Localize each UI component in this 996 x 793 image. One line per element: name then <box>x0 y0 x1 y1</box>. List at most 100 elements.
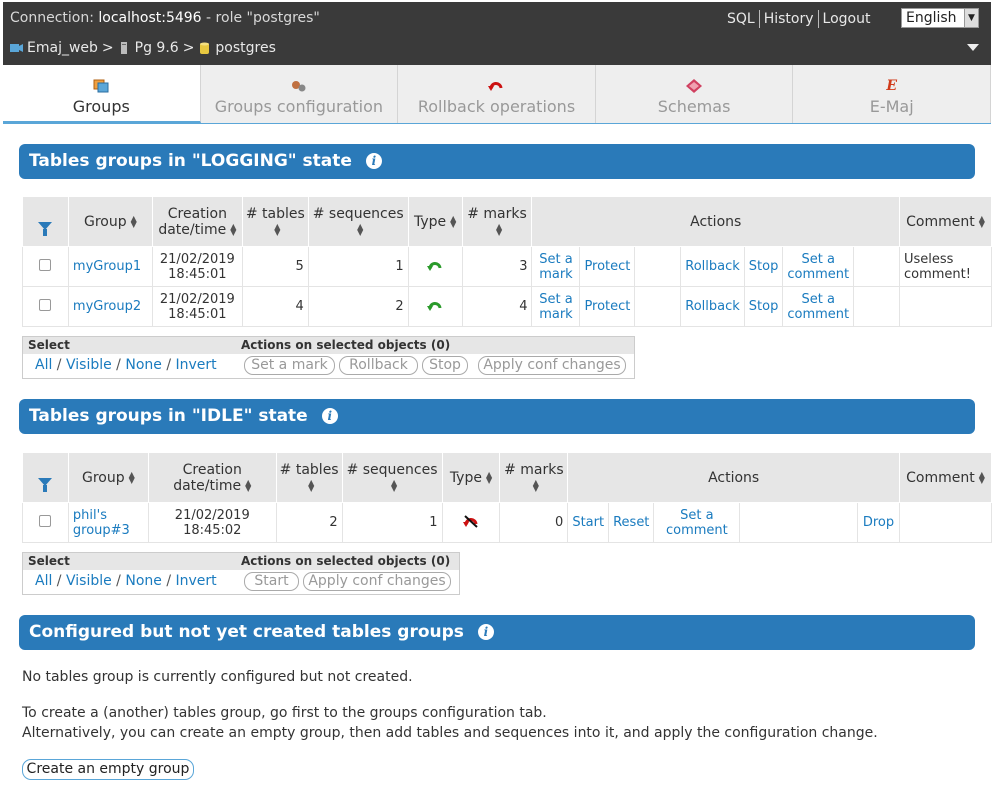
tables-count: 4 <box>241 286 309 327</box>
type-cell <box>407 246 463 287</box>
select-visible-link[interactable]: Visible <box>66 573 112 589</box>
filter-header[interactable] <box>22 452 69 503</box>
info-icon[interactable]: i <box>365 153 382 169</box>
apply-conf-changes-button[interactable]: Apply conf changes <box>478 356 626 375</box>
select-invert-link[interactable]: Invert <box>176 357 217 373</box>
type-header[interactable]: Type ▲ ▼ <box>407 196 463 247</box>
breadcrumb-server[interactable]: Pg 9.6 <box>135 40 179 56</box>
rollbackable-icon <box>427 261 442 271</box>
protect-link[interactable]: Protect <box>579 246 636 287</box>
selection-bar-header: Select Actions on selected objects (0) <box>23 337 634 354</box>
connection-label: Connection: <box>10 10 94 26</box>
comment-header[interactable]: Comment ▲ ▼ <box>898 196 993 247</box>
tab-groups[interactable]: Groups <box>3 65 201 123</box>
rollbackable-icon <box>427 301 442 311</box>
drop-link[interactable]: Drop <box>856 502 900 543</box>
table-row: myGroup1 21/02/2019 18:45:01 5 1 3 Set a … <box>22 246 993 287</box>
sql-link[interactable]: SQL <box>723 11 759 27</box>
emaj-icon: E <box>886 78 897 94</box>
info-icon[interactable]: i <box>477 624 494 640</box>
header-label: # sequences <box>312 205 404 222</box>
group-name-link[interactable]: myGroup2 <box>67 286 153 327</box>
collapse-icon[interactable] <box>967 44 979 51</box>
marks-header[interactable]: # marks▲ ▼ <box>499 452 569 503</box>
select-all-link[interactable]: All <box>35 357 52 373</box>
sequences-count: 1 <box>307 246 409 287</box>
marks-header[interactable]: # marks▲ ▼ <box>461 196 533 247</box>
tables-header[interactable]: # tables▲ ▼ <box>275 452 343 503</box>
logging-selection-bar: Select Actions on selected objects (0) A… <box>22 336 635 379</box>
history-link[interactable]: History <box>760 11 818 27</box>
set-comment-link[interactable]: Set a comment <box>782 286 855 327</box>
tab-schemas[interactable]: Schemas <box>595 65 794 123</box>
set-comment-link[interactable]: Set a comment <box>653 502 741 543</box>
set-comment-link[interactable]: Set a comment <box>782 246 855 287</box>
set-mark-button[interactable]: Set a mark <box>244 356 335 375</box>
comment-header[interactable]: Comment ▲ ▼ <box>898 452 993 503</box>
creation-header[interactable]: Creation date/time ▲ ▼ <box>147 452 277 503</box>
sequences-header[interactable]: # sequences▲ ▼ <box>341 452 443 503</box>
set-mark-link[interactable]: Set a mark <box>531 286 581 327</box>
section-title: Tables groups in "LOGGING" state <box>29 151 352 171</box>
table-row: phil's group#3 21/02/2019 18:45:02 2 1 0 … <box>22 502 993 543</box>
logout-link[interactable]: Logout <box>819 11 875 27</box>
creation-header[interactable]: Creation date/time ▲ ▼ <box>151 196 243 247</box>
tab-rollback-operations[interactable]: Rollback operations <box>398 65 596 123</box>
select-none-link[interactable]: None <box>125 573 162 589</box>
actions-label: Actions on selected objects (0) <box>241 554 451 568</box>
group-header[interactable]: Group ▲ ▼ <box>67 196 153 247</box>
info-icon[interactable]: i <box>321 408 338 424</box>
header-label: Comment <box>906 213 975 230</box>
connection-value: localhost:5496 <box>98 10 202 26</box>
sort-icon: ▲ ▼ <box>532 477 539 493</box>
top-links: SQL History Logout <box>723 10 874 28</box>
group-header[interactable]: Group ▲ ▼ <box>67 452 149 503</box>
tab-groups-configuration[interactable]: Groups configuration <box>200 65 399 123</box>
filter-icon[interactable] <box>38 221 53 236</box>
language-value: English <box>906 10 957 26</box>
sort-icon: ▲ ▼ <box>978 213 985 229</box>
select-none-link[interactable]: None <box>125 357 162 373</box>
tab-label: Rollback operations <box>417 97 576 116</box>
row-checkbox-cell <box>22 286 69 327</box>
rollback-link[interactable]: Rollback <box>680 286 745 327</box>
table-header-row: Group ▲ ▼ Creation date/time ▲ ▼ # tables▲ ▼ … <box>22 452 993 503</box>
rollback-link[interactable]: Rollback <box>680 246 745 287</box>
start-button[interactable]: Start <box>244 572 299 591</box>
breadcrumb-database[interactable]: postgres <box>215 40 275 56</box>
protect-link[interactable]: Protect <box>579 286 636 327</box>
reset-link[interactable]: Reset <box>608 502 655 543</box>
group-name-link[interactable]: myGroup1 <box>67 246 153 287</box>
language-select[interactable]: English ▼ <box>901 8 979 28</box>
apply-conf-changes-button[interactable]: Apply conf changes <box>303 572 451 591</box>
select-invert-link[interactable]: Invert <box>176 573 217 589</box>
select-visible-link[interactable]: Visible <box>66 357 112 373</box>
logging-section-header: Tables groups in "LOGGING" state i <box>19 144 975 179</box>
tab-emaj[interactable]: E E-Maj <box>793 65 991 123</box>
stop-link[interactable]: Stop <box>743 286 784 327</box>
creation-date: 21/02/2019 <box>159 291 235 307</box>
sequences-count: 2 <box>307 286 409 327</box>
set-mark-link[interactable]: Set a mark <box>531 246 581 287</box>
row-checkbox[interactable] <box>39 258 52 271</box>
row-checkbox[interactable] <box>39 514 52 527</box>
type-header[interactable]: Type ▲ ▼ <box>441 452 501 503</box>
select-label: Select <box>28 554 70 568</box>
stop-button[interactable]: Stop <box>422 356 468 375</box>
filter-icon[interactable] <box>38 477 53 492</box>
select-all-link[interactable]: All <box>35 573 52 589</box>
rollback-button[interactable]: Rollback <box>339 356 418 375</box>
sequences-header[interactable]: # sequences▲ ▼ <box>307 196 409 247</box>
breadcrumb-emaj-web[interactable]: Emaj_web <box>27 40 98 56</box>
create-empty-group-button[interactable]: Create an empty group <box>22 759 194 780</box>
group-name-link[interactable]: phil's group#3 <box>67 502 149 543</box>
filter-header[interactable] <box>22 196 69 247</box>
stop-link[interactable]: Stop <box>743 246 784 287</box>
start-link[interactable]: Start <box>567 502 610 543</box>
idle-groups-table: Group ▲ ▼ Creation date/time ▲ ▼ # tables▲ ▼ … <box>22 452 993 543</box>
creation-date: 21/02/2019 <box>174 507 250 523</box>
row-checkbox[interactable] <box>39 298 52 311</box>
header-label: Comment <box>906 469 975 486</box>
section-title: Configured but not yet created tables gr… <box>29 622 464 642</box>
tables-header[interactable]: # tables▲ ▼ <box>241 196 309 247</box>
